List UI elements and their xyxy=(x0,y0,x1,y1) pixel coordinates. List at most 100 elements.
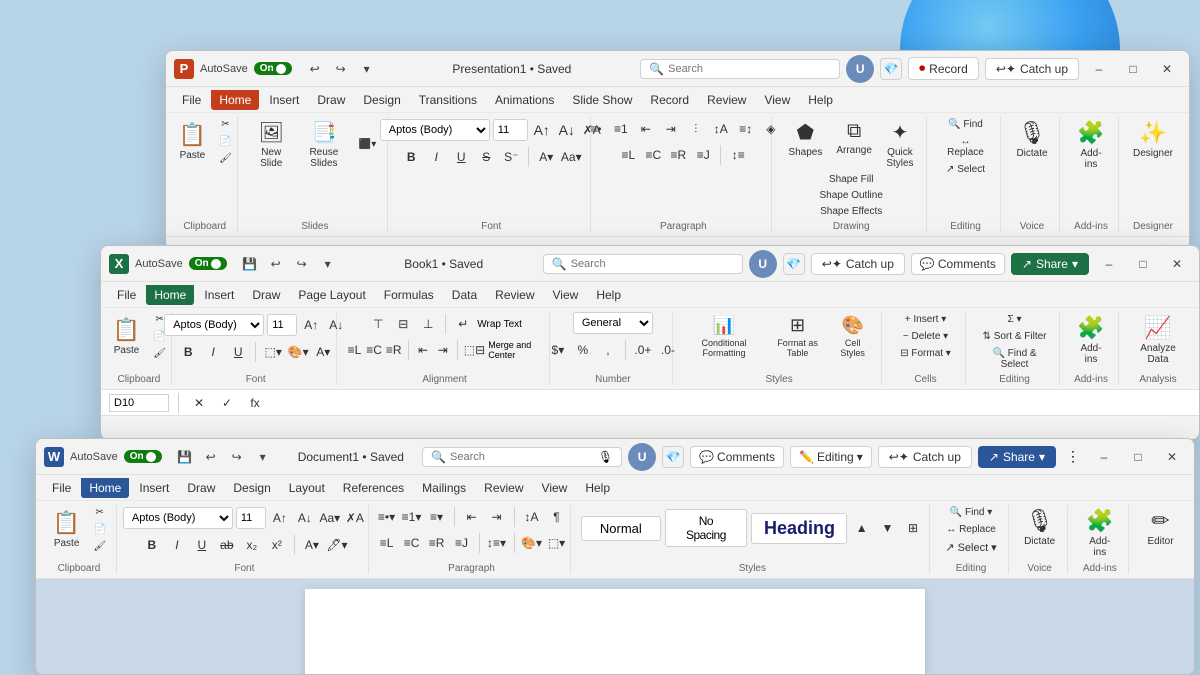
wd-underline-btn[interactable]: U xyxy=(191,535,213,555)
wd-find-btn[interactable]: 🔍 Find ▾ xyxy=(939,505,1002,520)
xl-indent-decrease-btn[interactable]: ⇤ xyxy=(415,340,432,360)
wd-menu-review[interactable]: Review xyxy=(476,478,531,498)
ppt-find-btn[interactable]: 🔍 Find xyxy=(937,117,994,132)
xl-menu-formulas[interactable]: Formulas xyxy=(376,285,442,305)
xl-minimize-btn[interactable]: – xyxy=(1095,253,1123,275)
ppt-decrease-indent-btn[interactable]: ⇤ xyxy=(635,119,657,139)
wd-autosave-toggle[interactable]: On xyxy=(124,450,162,463)
ppt-shape-fill-btn[interactable]: Shape Fill xyxy=(815,172,888,187)
ppt-autosave-toggle[interactable]: On xyxy=(254,62,292,75)
ppt-align-text-btn[interactable]: ≡↕ xyxy=(735,119,757,139)
wd-style-heading[interactable]: Heading xyxy=(751,513,847,544)
xl-find-select-btn[interactable]: 🔍 Find & Select xyxy=(976,346,1053,372)
wd-diamond-btn[interactable]: 💎 xyxy=(662,446,684,468)
wd-change-case-btn[interactable]: Aa▾ xyxy=(319,508,341,528)
ppt-align-center-btn[interactable]: ≡C xyxy=(642,145,664,165)
wd-format-painter-btn[interactable]: 🖌 xyxy=(88,539,111,554)
xl-undo-btn[interactable]: ↩ xyxy=(265,253,287,275)
xl-fill-color-btn[interactable]: 🎨▾ xyxy=(287,342,309,362)
xl-addins-btn[interactable]: 🧩 Add-ins xyxy=(1070,312,1112,368)
xl-align-left-btn[interactable]: ≡L xyxy=(346,340,363,360)
ppt-maximize-btn[interactable]: □ xyxy=(1119,58,1147,80)
wd-decrease-indent-btn[interactable]: ⇤ xyxy=(461,507,483,527)
ppt-menu-help[interactable]: Help xyxy=(800,90,841,110)
xl-menu-help[interactable]: Help xyxy=(588,285,629,305)
wd-minimize-btn[interactable]: – xyxy=(1090,446,1118,468)
xl-user-avatar[interactable]: U xyxy=(749,250,777,278)
ppt-menu-view[interactable]: View xyxy=(756,90,798,110)
xl-decrease-decimal-btn[interactable]: .0- xyxy=(657,340,679,360)
xl-cell-ref[interactable] xyxy=(109,394,169,412)
wd-menu-insert[interactable]: Insert xyxy=(131,478,177,498)
xl-comments-btn[interactable]: 💬 Comments xyxy=(911,253,1005,275)
wd-menu-file[interactable]: File xyxy=(44,478,79,498)
ppt-increase-font-btn[interactable]: A↑ xyxy=(531,120,553,140)
wd-italic-btn[interactable]: I xyxy=(166,535,188,555)
ppt-record-btn[interactable]: ⏺ Record xyxy=(908,57,979,80)
ppt-layout-btn[interactable]: ⬛▾ xyxy=(354,137,381,152)
xl-conditional-formatting-btn[interactable]: 📊 Conditional Formatting xyxy=(683,312,765,361)
wd-clear-format-btn[interactable]: ✗A xyxy=(344,508,366,528)
xl-menu-insert[interactable]: Insert xyxy=(196,285,242,305)
xl-bold-btn[interactable]: B xyxy=(177,342,199,362)
xl-italic-btn[interactable]: I xyxy=(202,342,224,362)
wd-select-btn[interactable]: ↗ Select ▾ xyxy=(939,539,1002,556)
xl-cancel-formula-btn[interactable]: ✕ xyxy=(188,393,210,413)
wd-highlight-btn[interactable]: 🖊▾ xyxy=(326,535,348,555)
wd-paste-btn[interactable]: 📋 Paste xyxy=(47,507,86,552)
wd-shading-btn[interactable]: 🎨▾ xyxy=(521,533,543,553)
ppt-menu-transitions[interactable]: Transitions xyxy=(411,90,485,110)
xl-font-size[interactable] xyxy=(267,314,297,336)
ppt-menu-review[interactable]: Review xyxy=(699,90,754,110)
ppt-columns-btn[interactable]: ⫶ xyxy=(685,119,707,139)
xl-menu-view[interactable]: View xyxy=(545,285,587,305)
wd-bullets-btn[interactable]: ≡•▾ xyxy=(376,507,398,527)
ppt-catchup-btn[interactable]: ↩✦ Catch up xyxy=(985,58,1079,80)
wd-menu-design[interactable]: Design xyxy=(225,478,278,498)
wd-justify-btn[interactable]: ≡J xyxy=(451,533,473,553)
ppt-menu-draw[interactable]: Draw xyxy=(309,90,353,110)
xl-menu-review[interactable]: Review xyxy=(487,285,542,305)
ppt-highlight-btn[interactable]: Aa▾ xyxy=(560,147,582,167)
xl-sort-filter-btn[interactable]: ⇅ Sort & Filter xyxy=(976,329,1053,344)
ppt-close-btn[interactable]: ✕ xyxy=(1153,58,1181,80)
ppt-menu-home[interactable]: Home xyxy=(211,90,259,110)
wd-search-box[interactable]: 🔍 🎙 xyxy=(422,447,622,467)
xl-font-color-btn[interactable]: A▾ xyxy=(312,342,334,362)
xl-align-center-btn[interactable]: ≡C xyxy=(366,340,383,360)
xl-increase-decimal-btn[interactable]: .0+ xyxy=(632,340,654,360)
wd-decrease-font-btn[interactable]: A↓ xyxy=(294,508,316,528)
ppt-font-size[interactable] xyxy=(493,119,528,141)
xl-currency-btn[interactable]: $▾ xyxy=(547,340,569,360)
wd-align-right-btn[interactable]: ≡R xyxy=(426,533,448,553)
wd-undo-btn[interactable]: ↩ xyxy=(200,446,222,468)
xl-underline-btn[interactable]: U xyxy=(227,342,249,362)
wd-menu-references[interactable]: References xyxy=(335,478,412,498)
wd-menu-draw[interactable]: Draw xyxy=(179,478,223,498)
wd-search-input[interactable] xyxy=(450,451,594,463)
wd-font-selector[interactable]: Aptos (Body) xyxy=(123,507,233,529)
wd-line-spacing-btn[interactable]: ↕≡▾ xyxy=(486,533,508,553)
ppt-cut-btn[interactable]: ✂ xyxy=(214,117,237,132)
xl-search-input[interactable] xyxy=(571,258,734,270)
wd-strikethrough-btn[interactable]: ab xyxy=(216,535,238,555)
ppt-paste-btn[interactable]: 📋 Paste xyxy=(173,119,212,164)
ppt-undo-btn[interactable]: ↩ xyxy=(304,58,326,80)
xl-increase-font-btn[interactable]: A↑ xyxy=(300,315,322,335)
wd-align-center-btn[interactable]: ≡C xyxy=(401,533,423,553)
wd-replace-btn[interactable]: ↔ Replace xyxy=(939,522,1002,537)
xl-merge-center-btn[interactable]: ⬚⊟ xyxy=(464,340,485,360)
ppt-italic-btn[interactable]: I xyxy=(425,147,447,167)
wd-addins-btn[interactable]: 🧩 Add-ins xyxy=(1078,505,1122,561)
xl-sum-btn[interactable]: Σ ▾ xyxy=(976,312,1053,327)
wd-style-nospacing[interactable]: No Spacing xyxy=(665,509,747,547)
wd-subscript-btn[interactable]: x₂ xyxy=(241,535,263,555)
ppt-menu-slideshow[interactable]: Slide Show xyxy=(564,90,640,110)
xl-confirm-formula-btn[interactable]: ✓ xyxy=(216,393,238,413)
wd-menu-layout[interactable]: Layout xyxy=(281,478,333,498)
xl-indent-increase-btn[interactable]: ⇥ xyxy=(434,340,451,360)
ppt-justify-btn[interactable]: ≡J xyxy=(692,145,714,165)
ppt-menu-design[interactable]: Design xyxy=(355,90,408,110)
ppt-addins-btn[interactable]: 🧩 Add-ins xyxy=(1070,117,1112,173)
xl-cell-styles-btn[interactable]: 🎨 Cell Styles xyxy=(830,312,875,361)
